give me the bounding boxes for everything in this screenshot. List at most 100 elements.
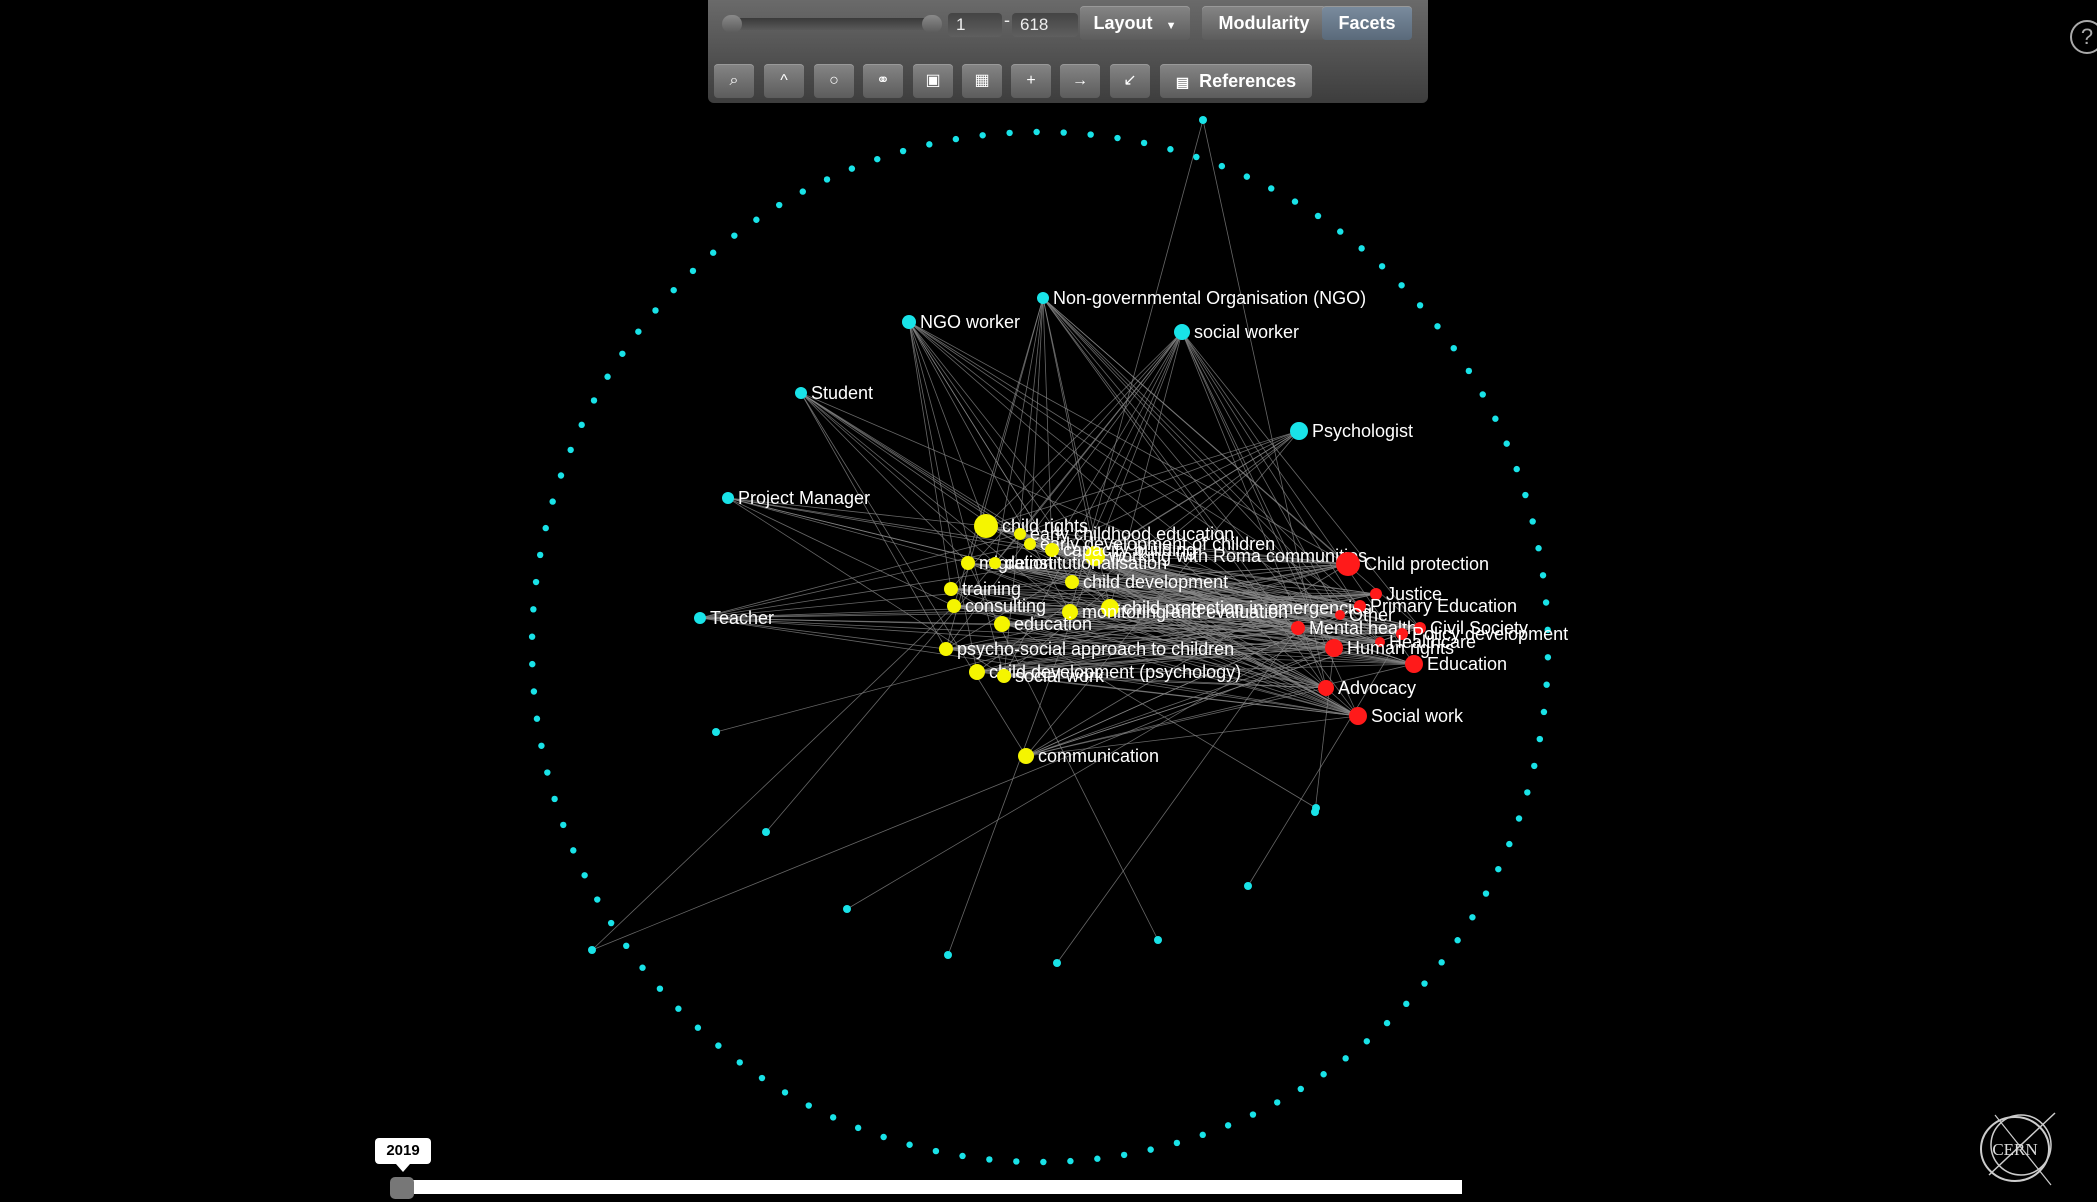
search-icon[interactable]: ⌕: [714, 64, 754, 98]
peripheral-node: [1450, 344, 1457, 352]
graph-edges: [591, 119, 1421, 964]
node-label: Education: [1427, 654, 1507, 674]
peripheral-node: [1536, 735, 1544, 743]
add-icon[interactable]: +: [1011, 64, 1051, 98]
peripheral-node: [1492, 415, 1499, 422]
references-button[interactable]: ▤ References: [1160, 64, 1312, 98]
peripheral-node: [758, 1074, 766, 1082]
node-label: education: [1014, 614, 1092, 634]
peripheral-node: [594, 896, 601, 903]
graph-node: [1174, 324, 1190, 340]
peripheral-node: [1013, 1158, 1020, 1165]
node-label: child development: [1083, 572, 1228, 592]
peripheral-node: [1094, 1155, 1101, 1162]
range-slider-start-handle[interactable]: [722, 15, 742, 33]
peripheral-node: [944, 951, 952, 959]
network-graph[interactable]: Non-governmental Organisation (NGO) NGO w…: [0, 0, 2097, 1202]
peripheral-node: [588, 946, 596, 954]
link-icon[interactable]: ⚭: [863, 64, 903, 98]
node-label: NGO worker: [920, 312, 1020, 332]
timeline-track[interactable]: [400, 1180, 1462, 1194]
peripheral-node: [1482, 890, 1490, 897]
graph-node: [1318, 680, 1334, 696]
peripheral-node: [753, 216, 760, 223]
peripheral-node: [1465, 367, 1473, 375]
node-label: Non-governmental Organisation (NGO): [1053, 288, 1366, 308]
graph-edge: [800, 392, 996, 564]
peripheral-node: [1244, 882, 1252, 890]
graph-node: [795, 387, 807, 399]
peripheral-node: [528, 633, 536, 640]
timeline-handle[interactable]: [390, 1177, 414, 1199]
facets-button[interactable]: Facets: [1322, 6, 1412, 40]
peripheral-node: [530, 688, 538, 695]
peripheral-node: [1291, 198, 1299, 205]
timeline-year-label: 2019: [375, 1138, 431, 1164]
peripheral-node: [532, 578, 540, 586]
graph-node: [1291, 621, 1305, 635]
peripheral-node: [1087, 131, 1094, 138]
peripheral-node: [906, 1141, 913, 1148]
graph-edge: [800, 392, 1027, 757]
peripheral-node: [1040, 1158, 1047, 1166]
peripheral-node: [560, 821, 567, 829]
peripheral-node: [799, 188, 806, 195]
layout-label: Layout: [1093, 13, 1153, 33]
node-label: Social work: [1371, 706, 1464, 726]
graph-node: [1014, 528, 1026, 540]
range-start-input[interactable]: 1: [948, 13, 1002, 37]
peripheral-node: [590, 397, 598, 404]
modularity-button[interactable]: Modularity: [1202, 6, 1326, 40]
node-label: Psychologist: [1312, 421, 1413, 441]
peripheral-node: [823, 176, 831, 183]
range-end-input[interactable]: 618: [1012, 13, 1078, 37]
table-icon[interactable]: ▦: [962, 64, 1002, 98]
graph-node: [989, 557, 1001, 569]
graph-nodes: Non-governmental Organisation (NGO) NGO w…: [694, 288, 1568, 766]
circle-icon[interactable]: ○: [814, 64, 854, 98]
peripheral-node: [776, 201, 783, 209]
shrink-icon[interactable]: ↙: [1110, 64, 1150, 98]
peripheral-node: [1320, 1071, 1327, 1078]
peripheral-node: [1224, 1122, 1232, 1129]
list-icon: ▤: [1175, 74, 1190, 90]
peripheral-node: [567, 446, 574, 454]
peripheral-node: [1249, 1111, 1257, 1118]
graph-node: [1336, 552, 1360, 576]
graph-node: [994, 616, 1010, 632]
timeline-year-pointer: [396, 1164, 410, 1172]
peripheral-node: [1311, 808, 1319, 816]
peripheral-node: [1199, 1131, 1206, 1139]
collapse-icon[interactable]: ^: [764, 64, 804, 98]
peripheral-node: [536, 551, 544, 559]
peripheral-node: [1540, 708, 1548, 716]
peripheral-node: [1114, 134, 1121, 142]
graph-node: [997, 669, 1011, 683]
peripheral-node: [1274, 1099, 1281, 1106]
peripheral-node: [709, 249, 717, 256]
peripheral-node: [542, 524, 549, 532]
peripheral-node: [530, 606, 537, 613]
image-icon[interactable]: ▣: [913, 64, 953, 98]
peripheral-node: [1173, 1139, 1181, 1147]
peripheral-node: [533, 715, 541, 722]
peripheral-node: [607, 919, 615, 927]
graph-node: [1290, 422, 1308, 440]
chevron-down-icon: ▼: [1165, 20, 1177, 32]
range-slider-end-handle[interactable]: [922, 15, 942, 33]
peripheral-node: [656, 985, 664, 992]
peripheral-node: [1060, 129, 1067, 136]
help-icon[interactable]: ?: [2070, 20, 2097, 54]
graph-edge: [591, 605, 955, 951]
peripheral-node: [1503, 440, 1510, 447]
layout-dropdown[interactable]: Layout ▼: [1080, 6, 1190, 40]
peripheral-node: [848, 165, 856, 172]
toolbar: 1 - 618 Layout ▼ Modularity Facets ⌕ ^ ○…: [708, 0, 1428, 103]
peripheral-node: [1513, 465, 1520, 473]
peripheral-node: [1469, 914, 1476, 921]
graph-node: [944, 582, 958, 596]
arrow-right-icon[interactable]: →: [1060, 64, 1100, 98]
peripheral-node: [652, 307, 659, 314]
range-slider[interactable]: [722, 15, 942, 33]
node-label: consulting: [965, 596, 1046, 616]
